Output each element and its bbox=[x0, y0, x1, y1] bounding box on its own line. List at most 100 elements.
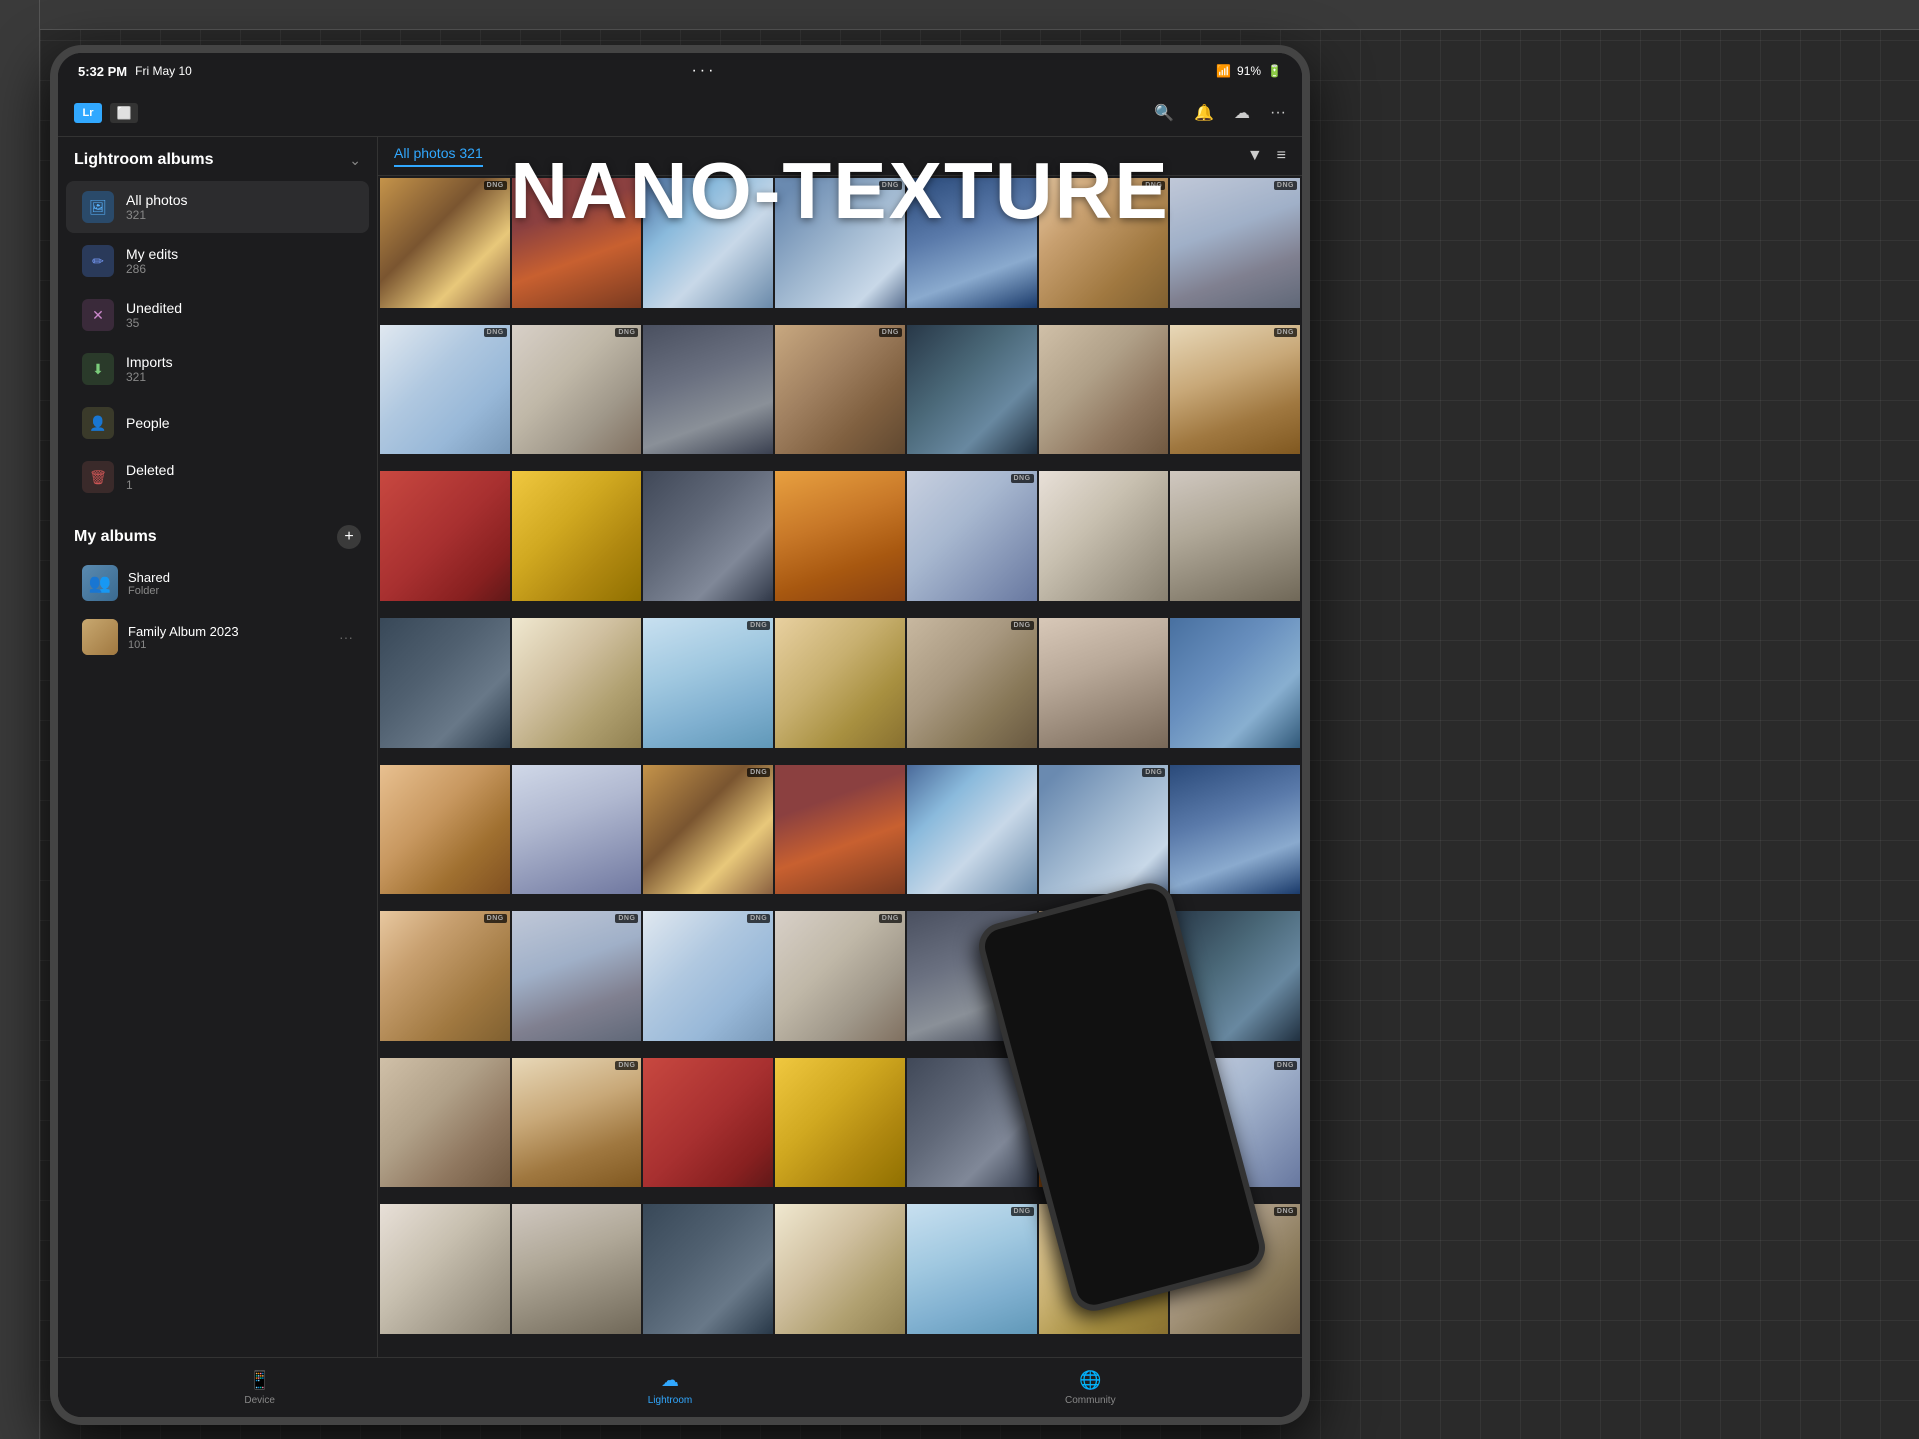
sidebar-item-all-photos[interactable]: 🖼 All photos 321 bbox=[66, 181, 369, 233]
photo-cell[interactable] bbox=[512, 618, 642, 748]
photo-cell[interactable]: DNG bbox=[1039, 178, 1169, 308]
add-album-button[interactable]: + bbox=[337, 525, 361, 549]
photo-thumbnail bbox=[907, 765, 1037, 895]
status-bar: 5:32 PM Fri May 10 ··· 📶 91% 🔋 bbox=[58, 53, 1302, 89]
sidebar-chevron-icon[interactable]: ⌄ bbox=[349, 152, 361, 169]
sidebar-item-unedited[interactable]: ✕ Unedited 35 bbox=[66, 289, 369, 341]
photo-thumbnail bbox=[775, 1204, 905, 1334]
photo-cell[interactable] bbox=[380, 618, 510, 748]
photo-cell[interactable] bbox=[1170, 765, 1300, 895]
bottom-tab-device[interactable]: 📱 Device bbox=[224, 1362, 295, 1414]
photo-cell[interactable] bbox=[1039, 618, 1169, 748]
album-item-shared[interactable]: 👥 Shared Folder bbox=[66, 557, 369, 609]
photo-cell[interactable] bbox=[380, 765, 510, 895]
photo-cell[interactable] bbox=[643, 325, 773, 455]
photo-thumbnail bbox=[643, 1204, 773, 1334]
photo-cell[interactable] bbox=[775, 1204, 905, 1334]
photo-cell[interactable] bbox=[643, 471, 773, 601]
photo-cell[interactable] bbox=[907, 178, 1037, 308]
photo-thumbnail bbox=[512, 765, 642, 895]
bottom-tab-lightroom[interactable]: ☁ Lightroom bbox=[628, 1362, 712, 1414]
photo-cell[interactable] bbox=[643, 1204, 773, 1334]
filter-icon[interactable]: ▼ bbox=[1247, 147, 1263, 165]
photo-thumbnail bbox=[1170, 471, 1300, 601]
photo-cell[interactable]: DNG bbox=[1039, 765, 1169, 895]
dng-badge: DNG bbox=[484, 914, 507, 923]
photo-cell[interactable] bbox=[1170, 471, 1300, 601]
sidebar-item-deleted[interactable]: 🗑 Deleted 1 bbox=[66, 451, 369, 503]
dng-badge: DNG bbox=[747, 914, 770, 923]
photo-cell[interactable] bbox=[380, 471, 510, 601]
dng-badge: DNG bbox=[615, 1061, 638, 1070]
photo-cell[interactable]: DNG bbox=[512, 325, 642, 455]
dng-badge: DNG bbox=[879, 914, 902, 923]
photo-cell[interactable] bbox=[512, 178, 642, 308]
photo-cell[interactable] bbox=[1039, 471, 1169, 601]
status-center-dots: ··· bbox=[691, 62, 716, 80]
photo-cell[interactable] bbox=[775, 1058, 905, 1188]
deleted-text: Deleted 1 bbox=[126, 462, 353, 492]
photo-cell[interactable] bbox=[1039, 325, 1169, 455]
tab-all-photos[interactable]: All photos 321 bbox=[394, 145, 483, 167]
deleted-label: Deleted bbox=[126, 462, 353, 478]
sidebar-item-imports[interactable]: ⬇ Imports 321 bbox=[66, 343, 369, 395]
photo-cell[interactable]: DNG bbox=[907, 618, 1037, 748]
dng-badge: DNG bbox=[747, 768, 770, 777]
photo-cell[interactable]: DNG bbox=[512, 1058, 642, 1188]
wifi-icon: 📶 bbox=[1216, 64, 1231, 78]
photo-cell[interactable]: DNG bbox=[907, 471, 1037, 601]
family-album-more-icon[interactable]: ··· bbox=[339, 629, 353, 645]
photo-cell[interactable]: DNG bbox=[907, 1204, 1037, 1334]
photo-cell[interactable] bbox=[512, 471, 642, 601]
photo-cell[interactable]: DNG bbox=[380, 911, 510, 1041]
bottom-tab-community[interactable]: 🌐 Community bbox=[1045, 1362, 1136, 1414]
photo-cell[interactable]: DNG bbox=[643, 765, 773, 895]
album-item-family[interactable]: Family Album 2023 101 ··· bbox=[66, 611, 369, 663]
photo-cell[interactable] bbox=[512, 1204, 642, 1334]
more-options-icon[interactable]: ··· bbox=[1270, 104, 1286, 122]
all-photos-text: All photos 321 bbox=[126, 192, 353, 222]
sidebar-item-my-edits[interactable]: ✏ My edits 286 bbox=[66, 235, 369, 287]
photo-cell[interactable] bbox=[643, 1058, 773, 1188]
search-icon[interactable]: 🔍 bbox=[1154, 103, 1174, 123]
sidebar-item-people[interactable]: 👤 People bbox=[66, 397, 369, 449]
photo-cell[interactable] bbox=[643, 178, 773, 308]
cloud-icon[interactable]: ☁ bbox=[1234, 103, 1250, 123]
photo-thumbnail: DNG bbox=[380, 325, 510, 455]
photo-thumbnail bbox=[1039, 325, 1169, 455]
photo-cell[interactable] bbox=[380, 1204, 510, 1334]
photo-cell[interactable]: DNG bbox=[380, 325, 510, 455]
dng-badge: DNG bbox=[1011, 621, 1034, 630]
photo-cell[interactable] bbox=[512, 765, 642, 895]
notifications-icon[interactable]: 🔔 bbox=[1194, 103, 1214, 123]
photo-cell[interactable] bbox=[380, 1058, 510, 1188]
app-bar-actions: 🔍 🔔 ☁ ··· bbox=[1154, 103, 1286, 123]
photo-cell[interactable] bbox=[775, 618, 905, 748]
photo-cell[interactable]: DNG bbox=[643, 911, 773, 1041]
photo-cell[interactable]: DNG bbox=[775, 911, 905, 1041]
sort-icon[interactable]: ≡ bbox=[1277, 147, 1286, 165]
photo-cell[interactable]: DNG bbox=[512, 911, 642, 1041]
photo-cell[interactable]: DNG bbox=[643, 618, 773, 748]
dng-badge: DNG bbox=[1142, 768, 1165, 777]
photo-cell[interactable] bbox=[907, 765, 1037, 895]
family-album-thumb bbox=[82, 619, 118, 655]
photo-cell[interactable]: DNG bbox=[775, 178, 905, 308]
photo-cell[interactable]: DNG bbox=[1170, 178, 1300, 308]
dng-badge: DNG bbox=[747, 621, 770, 630]
photo-cell[interactable] bbox=[775, 765, 905, 895]
layout-icon[interactable]: ⬜ bbox=[110, 103, 138, 123]
photo-thumbnail: DNG bbox=[380, 911, 510, 1041]
photo-thumbnail bbox=[643, 325, 773, 455]
photo-cell[interactable]: DNG bbox=[775, 325, 905, 455]
status-icons: 📶 91% 🔋 bbox=[1216, 64, 1282, 78]
dng-badge: DNG bbox=[1011, 1207, 1034, 1216]
photo-cell[interactable] bbox=[907, 325, 1037, 455]
lightroom-label: Lightroom bbox=[648, 1395, 692, 1406]
dng-badge: DNG bbox=[615, 328, 638, 337]
photo-thumbnail bbox=[775, 618, 905, 748]
photo-cell[interactable]: DNG bbox=[380, 178, 510, 308]
photo-cell[interactable]: DNG bbox=[1170, 325, 1300, 455]
photo-cell[interactable] bbox=[1170, 618, 1300, 748]
photo-cell[interactable] bbox=[775, 471, 905, 601]
